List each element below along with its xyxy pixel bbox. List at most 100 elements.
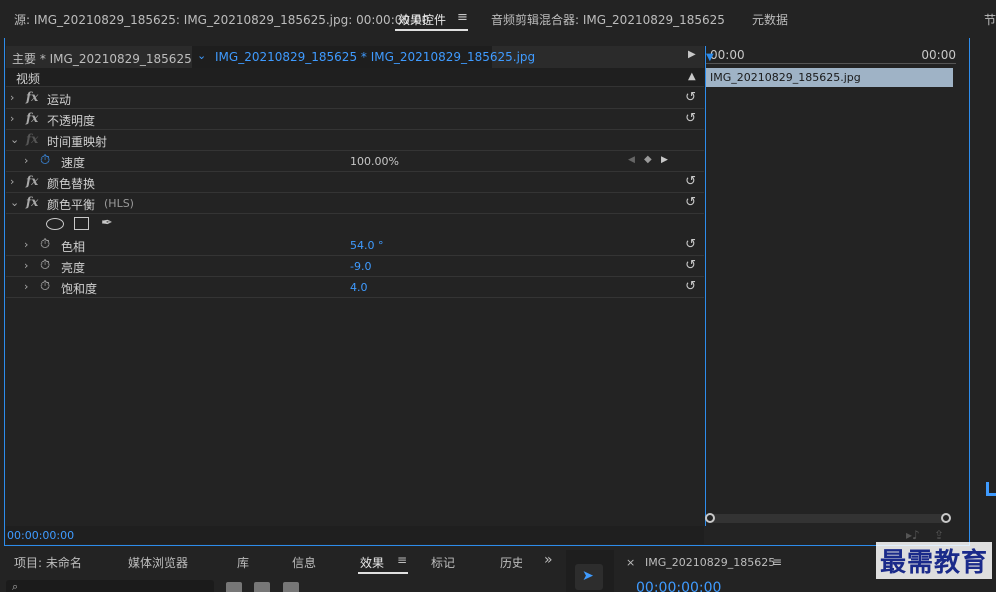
effect-label: 不透明度 [47,114,96,128]
property-row-speed[interactable]: › ⏱ 速度 100.00% ◀ ◆ ▶ [6,151,704,172]
master-clip-label[interactable]: 主要 * IMG_20210829_185625.jpg [12,50,214,67]
property-value[interactable]: 4.0 [350,281,368,294]
effect-label: 时间重映射 [47,135,108,149]
timeline-ruler[interactable]: 00:00 00:00 ▼ [706,46,956,68]
effect-row-motion[interactable]: › fx 运动 ↺ [6,88,704,109]
scroll-handle-right[interactable] [941,513,951,523]
fx-icon[interactable]: fx [26,174,38,188]
stopwatch-icon[interactable]: ⏱ [40,237,50,252]
add-keyframe-icon[interactable]: ◆ [644,154,652,165]
prev-keyframe-icon[interactable]: ◀ [628,155,635,165]
fx-icon[interactable]: fx [26,195,38,209]
audio-loop-icon[interactable]: ▸♪ [906,528,920,542]
effect-row-time-remap[interactable]: ⌄ fx 时间重映射 [6,130,704,151]
stopwatch-icon[interactable]: ⏱ [40,153,50,168]
tab-history[interactable]: 历史 [500,554,522,571]
ruler-baseline [706,63,956,64]
tab-metadata[interactable]: 元数据 [752,11,788,28]
property-value[interactable]: 100.00% [350,155,399,168]
clip-selector-label[interactable]: IMG_20210829_185625 * IMG_20210829_18562… [215,50,535,64]
more-tabs-icon[interactable]: » [544,552,553,568]
property-row-hue[interactable]: › ⏱ 色相 54.0 ° ↺ [6,235,704,256]
accelerated-effects-icon[interactable] [226,582,242,592]
reset-icon[interactable]: ↺ [685,195,696,210]
property-value[interactable]: 54.0 ° [350,239,384,252]
effects-menu-icon[interactable]: ≡ [397,553,407,567]
tab-markers[interactable]: 标记 [431,554,455,571]
tab-source[interactable]: 源: IMG_20210829_185625: IMG_20210829_185… [14,11,429,28]
effect-label: 颜色平衡 [47,198,96,212]
sequence-menu-icon[interactable]: ≡ [772,555,782,569]
chevron-right-icon[interactable]: › [10,91,14,104]
search-icon: ⌕ [12,580,19,592]
tab-library[interactable]: 库 [237,554,249,571]
chevron-right-icon[interactable]: › [10,175,14,188]
property-value[interactable]: -9.0 [350,260,371,273]
chevron-right-icon[interactable]: › [24,280,28,293]
chevron-right-icon[interactable]: › [24,238,28,251]
fx-icon[interactable]: fx [26,111,38,125]
chevron-down-icon[interactable]: ⌄ [10,133,19,146]
tab-media-browser[interactable]: 媒体浏览器 [128,554,188,571]
play-only-clip-icon[interactable]: ▶ [688,49,696,60]
rectangle-mask-icon[interactable] [74,217,89,230]
reset-icon[interactable]: ↺ [685,258,696,273]
effect-label-suffix: (HLS) [104,197,134,210]
ruler-end-time: 00:00 [921,48,956,62]
close-icon[interactable]: × [626,556,635,569]
active-tab-underline [395,29,468,31]
chevron-down-icon[interactable]: ⌄ [197,49,206,62]
video-header-label: 视频 [16,72,41,86]
chevron-right-icon[interactable]: › [24,154,28,167]
tab-audio-mixer[interactable]: 音频剪辑混合器: IMG_20210829_185625 [491,11,725,28]
timeline-clip-bar[interactable]: IMG_20210829_185625.jpg [706,68,953,87]
stopwatch-icon[interactable]: ⏱ [40,258,50,273]
fx-icon: fx [26,132,39,146]
chevron-right-icon[interactable]: › [24,259,28,272]
scroll-handle-left[interactable] [705,513,715,523]
video-section-header: 视频 ▲ [6,68,704,87]
fx-icon[interactable]: fx [26,90,38,104]
property-label: 饱和度 [61,282,98,296]
tab-effect-controls[interactable]: 效果控件 [398,11,446,28]
top-tab-bar: 源: IMG_20210829_185625: IMG_20210829_185… [0,0,970,38]
watermark-logo: 最需教育 [875,542,992,579]
reset-icon[interactable]: ↺ [685,237,696,252]
tab-program-cut[interactable]: 节 [984,11,996,28]
property-row-saturation[interactable]: › ⏱ 饱和度 4.0 ↺ [6,277,704,298]
ruler-start-time: 00:00 [710,48,745,62]
next-keyframe-icon[interactable]: ▶ [661,155,668,165]
timeline-zoom-scrollbar[interactable] [705,513,951,523]
current-timecode[interactable]: 00:00:00:00 [7,529,74,542]
property-label: 色相 [61,240,86,254]
program-monitor-fragment [986,482,996,496]
effects-search-input[interactable] [6,580,214,592]
effect-row-color-replace[interactable]: › fx 颜色替换 ↺ [6,172,704,193]
reset-icon[interactable]: ↺ [685,111,696,126]
tab-project[interactable]: 项目: 未命名 [14,554,82,571]
pen-mask-icon[interactable]: ✒ [101,215,113,231]
playhead-icon[interactable]: ▼ [706,52,714,63]
effect-row-color-balance[interactable]: ⌄ fx 颜色平衡 (HLS) ↺ [6,193,704,214]
reset-icon[interactable]: ↺ [685,279,696,294]
tab-effects[interactable]: 效果 [360,554,384,571]
sequence-selector-row: 主要 * IMG_20210829_185625.jpg ⌄ IMG_20210… [6,46,704,68]
tab-sequence[interactable]: IMG_20210829_185625 [645,556,775,569]
chevron-down-icon[interactable]: ⌄ [10,196,19,209]
chevron-right-icon[interactable]: › [10,112,14,125]
tab-info[interactable]: 信息 [292,554,316,571]
reset-icon[interactable]: ↺ [685,174,696,189]
sequence-timecode[interactable]: 00:00:00:00 [636,580,721,592]
collapse-triangle-icon[interactable]: ▲ [688,71,696,82]
stopwatch-icon[interactable]: ⏱ [40,279,50,294]
yuv-effects-icon[interactable] [283,582,299,592]
panel-menu-icon[interactable]: ≡ [457,10,468,25]
property-row-lightness[interactable]: › ⏱ 亮度 -9.0 ↺ [6,256,704,277]
ellipse-mask-icon[interactable] [46,218,64,230]
effect-row-opacity[interactable]: › fx 不透明度 ↺ [6,109,704,130]
reset-icon[interactable]: ↺ [685,90,696,105]
export-icon[interactable]: ⇪ [934,528,944,542]
32bit-effects-icon[interactable] [254,582,270,592]
effects-tab-underline [358,572,408,574]
keyframe-timeline[interactable] [705,46,969,526]
